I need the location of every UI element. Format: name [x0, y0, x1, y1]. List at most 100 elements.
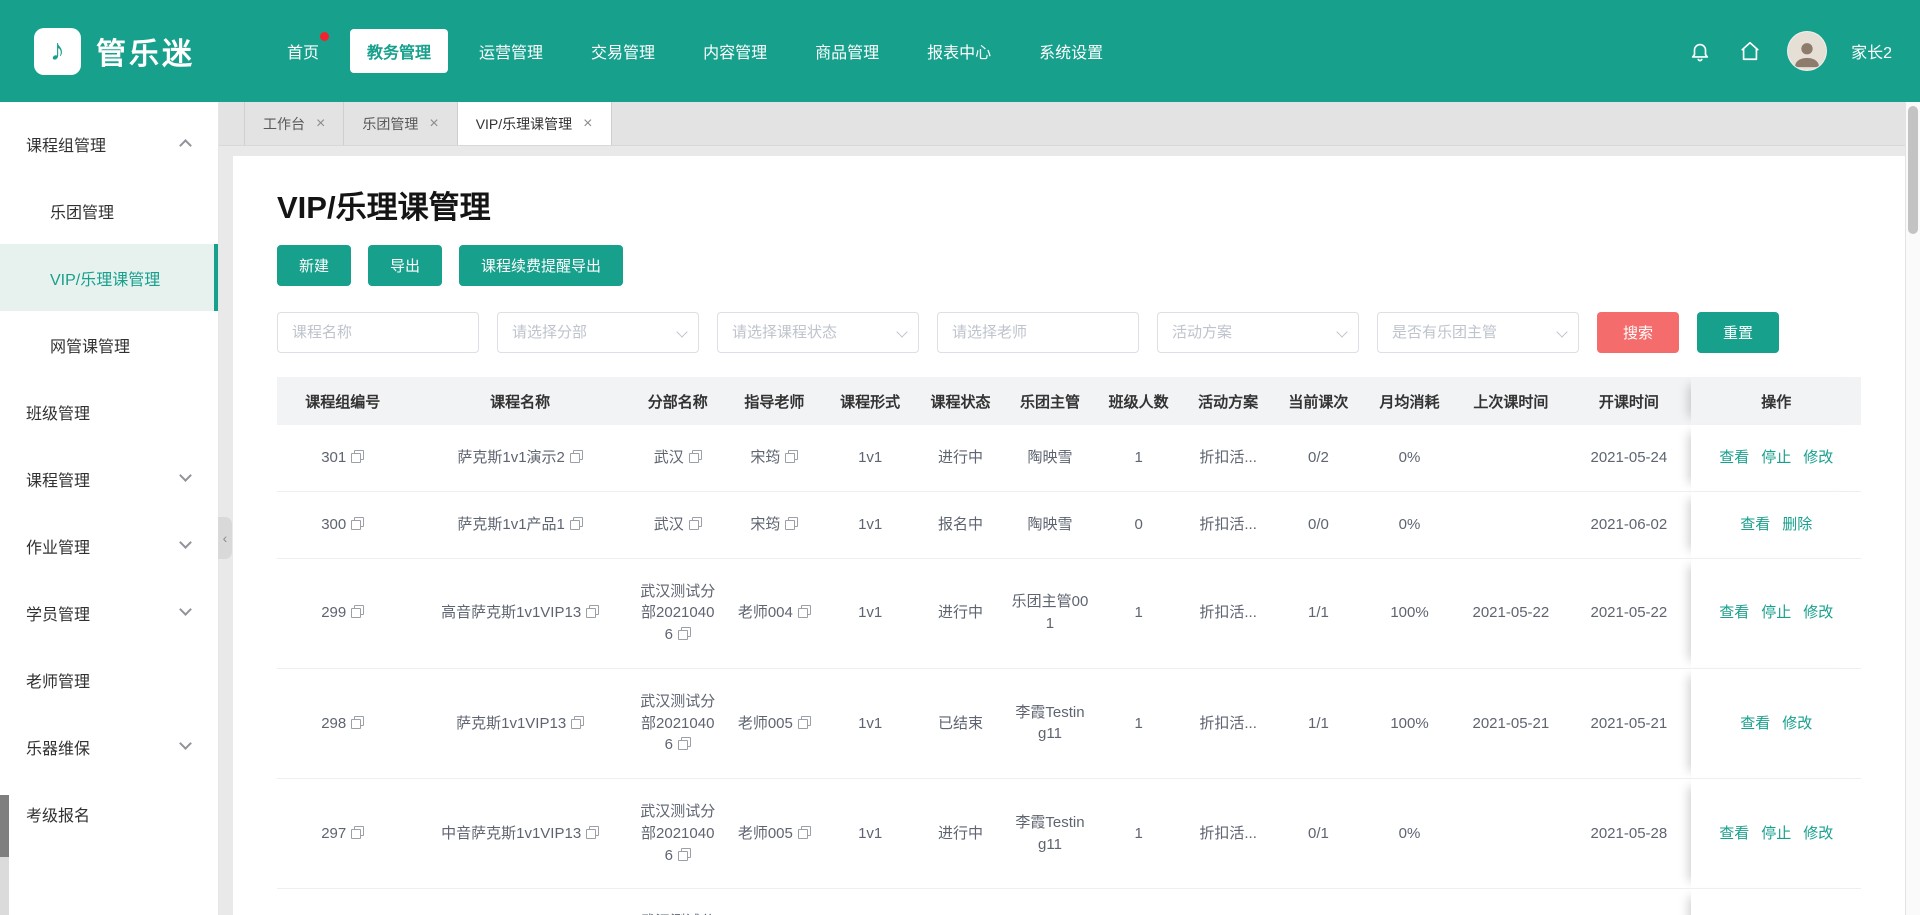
action-link[interactable]: 查看 — [1740, 715, 1770, 732]
filter-field[interactable] — [1377, 312, 1579, 353]
copy-icon[interactable] — [785, 517, 798, 530]
action-link[interactable]: 修改 — [1803, 825, 1833, 842]
sidebar-item[interactable]: 班级管理 — [0, 378, 218, 445]
cell-value: 陶映雪 — [1027, 449, 1072, 466]
table-cell: 1v1 — [825, 491, 915, 558]
sidebar-item[interactable]: 乐团管理 — [0, 177, 218, 244]
home-icon[interactable] — [1737, 38, 1763, 64]
avatar[interactable] — [1787, 31, 1827, 71]
action-link[interactable]: 修改 — [1803, 604, 1833, 621]
sidebar-item[interactable]: 课程管理 — [0, 445, 218, 512]
sidebar-item[interactable]: 乐器维保 — [0, 713, 218, 780]
app-logo[interactable]: ♪ 管乐迷 — [34, 28, 230, 75]
copy-icon[interactable] — [689, 450, 702, 463]
page-scrollbar[interactable] — [1905, 102, 1920, 915]
renewal-reminder-export-button[interactable]: 课程续费提醒导出 — [459, 245, 623, 286]
nav-item[interactable]: 商品管理 — [798, 29, 896, 73]
create-button[interactable]: 新建 — [277, 245, 351, 286]
chevron-up-icon — [179, 139, 192, 152]
sidebar-item[interactable]: 网管课管理 — [0, 311, 218, 378]
column-header: 课程形式 — [825, 377, 915, 425]
sidebar-item[interactable]: VIP/乐理课管理 — [0, 244, 218, 311]
copy-icon[interactable] — [571, 716, 584, 729]
sidebar-item[interactable]: 课程组管理 — [0, 110, 218, 177]
sidebar-scrollbar[interactable] — [0, 795, 9, 915]
action-link[interactable]: 修改 — [1782, 715, 1812, 732]
table-cell: 2021-05-21 — [1455, 668, 1566, 778]
copy-icon[interactable] — [678, 627, 691, 640]
filter-field[interactable] — [1157, 312, 1359, 353]
reset-button[interactable]: 重置 — [1697, 312, 1779, 353]
copy-icon[interactable] — [570, 517, 583, 530]
cell-value: 折扣活... — [1199, 604, 1257, 621]
copy-icon[interactable] — [678, 737, 691, 750]
filter-fields — [277, 312, 1579, 353]
copy-icon[interactable] — [798, 605, 811, 618]
action-link[interactable]: 查看 — [1719, 449, 1749, 466]
operations-cell: 查看停止修改 — [1691, 779, 1861, 889]
nav-item[interactable]: 教务管理 — [350, 29, 448, 73]
cell-value: 2021-05-21 — [1591, 715, 1668, 732]
copy-icon[interactable] — [798, 826, 811, 839]
copy-icon[interactable] — [570, 450, 583, 463]
sidebar-item[interactable]: 考级报名 — [0, 780, 218, 847]
close-icon[interactable]: × — [429, 116, 438, 132]
action-link[interactable]: 查看 — [1719, 604, 1749, 621]
action-link[interactable]: 停止 — [1761, 604, 1791, 621]
tab[interactable]: 乐团管理× — [344, 102, 457, 145]
tab[interactable]: VIP/乐理课管理× — [458, 102, 612, 145]
user-name[interactable]: 家长2 — [1851, 39, 1892, 63]
close-icon[interactable]: × — [583, 116, 592, 132]
copy-icon[interactable] — [351, 826, 364, 839]
action-buttons: 新建 导出 课程续费提醒导出 — [277, 245, 1861, 286]
action-link[interactable]: 删除 — [1782, 516, 1812, 533]
close-icon[interactable]: × — [316, 116, 325, 132]
copy-icon[interactable] — [351, 517, 364, 530]
copy-icon[interactable] — [351, 450, 364, 463]
bell-icon[interactable] — [1687, 38, 1713, 64]
table-cell — [1094, 889, 1183, 915]
sidebar-item[interactable]: 老师管理 — [0, 646, 218, 713]
main-card: VIP/乐理课管理 新建 导出 课程续费提醒导出 搜索 重置 课程组编号课程名称… — [233, 156, 1905, 915]
nav-item[interactable]: 报表中心 — [910, 29, 1008, 73]
filter-field[interactable] — [277, 312, 479, 353]
copy-icon[interactable] — [798, 716, 811, 729]
copy-icon[interactable] — [586, 605, 599, 618]
cell-value: 299 — [321, 604, 346, 621]
nav-item[interactable]: 系统设置 — [1022, 29, 1120, 73]
nav-item[interactable]: 交易管理 — [574, 29, 672, 73]
search-button[interactable]: 搜索 — [1597, 312, 1679, 353]
nav-item[interactable]: 内容管理 — [686, 29, 784, 73]
action-link[interactable]: 查看 — [1740, 516, 1770, 533]
export-button[interactable]: 导出 — [368, 245, 442, 286]
copy-icon[interactable] — [689, 517, 702, 530]
filter-field[interactable] — [497, 312, 699, 353]
action-link[interactable]: 停止 — [1761, 449, 1791, 466]
table-cell: 1v1 — [825, 779, 915, 889]
filter-select — [1157, 312, 1359, 353]
operations-cell — [1691, 889, 1861, 915]
sidebar-item[interactable]: 学员管理 — [0, 579, 218, 646]
action-link[interactable]: 停止 — [1761, 825, 1791, 842]
copy-icon[interactable] — [678, 848, 691, 861]
filter-field[interactable] — [937, 312, 1139, 353]
copy-icon[interactable] — [785, 450, 798, 463]
tab[interactable]: 工作台× — [244, 102, 344, 145]
table-cell: 宋筠 — [724, 425, 825, 491]
copy-icon[interactable] — [586, 826, 599, 839]
nav-item[interactable]: 首页 — [270, 29, 336, 73]
page-scrollbar-thumb[interactable] — [1908, 106, 1918, 234]
cell-value: 高音萨克斯1v1VIP13 — [441, 604, 581, 621]
notification-dot — [320, 32, 329, 41]
action-link[interactable]: 修改 — [1803, 449, 1833, 466]
filter-field[interactable] — [717, 312, 919, 353]
table-cell: 1 — [1094, 558, 1183, 668]
cell-value: 折扣活... — [1199, 516, 1257, 533]
sidebar-item[interactable]: 作业管理 — [0, 512, 218, 579]
copy-icon[interactable] — [351, 605, 364, 618]
nav-item[interactable]: 运营管理 — [462, 29, 560, 73]
sidebar-collapse-handle[interactable]: ‹ — [218, 517, 232, 559]
sidebar-scrollbar-thumb[interactable] — [0, 795, 9, 857]
action-link[interactable]: 查看 — [1719, 825, 1749, 842]
copy-icon[interactable] — [351, 716, 364, 729]
